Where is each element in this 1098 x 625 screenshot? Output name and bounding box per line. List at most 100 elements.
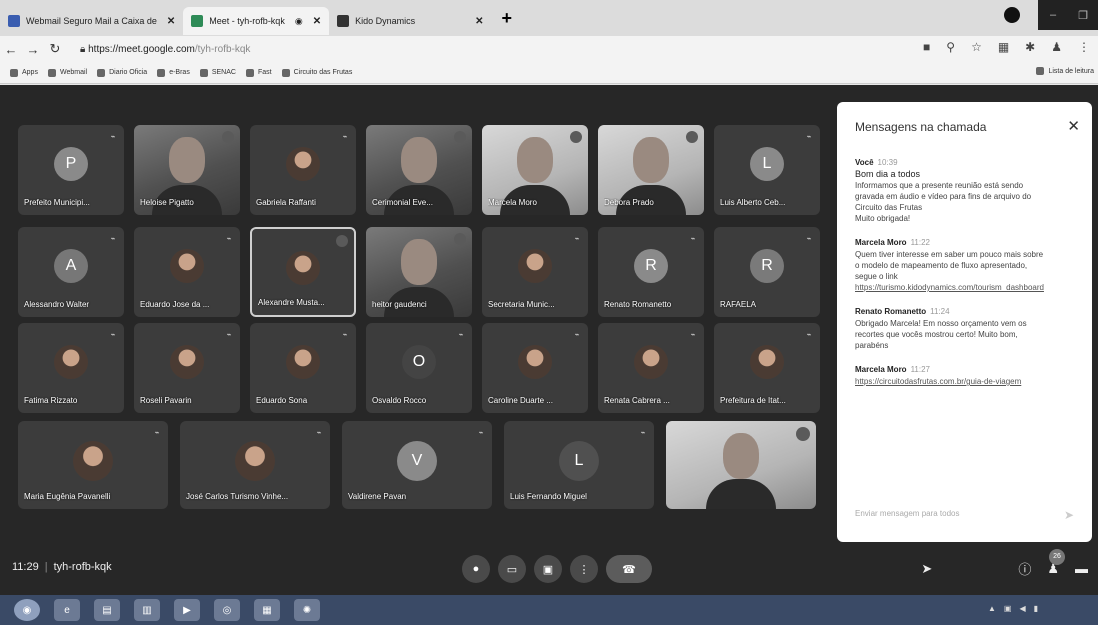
volume-icon[interactable]: ◀ <box>1019 604 1025 613</box>
star-icon[interactable]: ☆ <box>971 40 982 54</box>
close-tab-icon[interactable]: ✕ <box>475 16 483 27</box>
mic-off-icon: ⌁ <box>458 329 464 339</box>
chat-link[interactable]: https://circuitodasfrutas.com.br/guia-de… <box>855 376 1080 387</box>
close-tab-icon[interactable]: ✕ <box>313 16 321 27</box>
participant-tile[interactable] <box>666 421 816 509</box>
participant-photo-avatar <box>235 441 275 481</box>
participant-tile[interactable]: Heloise Pigatto <box>134 125 240 215</box>
tab-meet[interactable]: Meet - tyh-rofb-kqk ◉ ✕ <box>183 7 330 35</box>
record-indicator-icon <box>1004 7 1020 23</box>
participant-video-feed <box>723 433 759 479</box>
minimize-button[interactable]: – <box>1038 0 1068 30</box>
participant-tile[interactable]: Marcela Moro <box>482 125 588 215</box>
mic-off-icon: ⌁ <box>640 427 646 437</box>
chat-text-line: parabéns <box>855 341 889 350</box>
forward-icon[interactable]: → <box>22 42 44 57</box>
participant-video-feed <box>169 137 205 183</box>
participant-tile[interactable]: R ⌁ Renato Romanetto <box>598 227 704 317</box>
participant-tile[interactable]: L ⌁ Luis Alberto Ceb... <box>714 125 820 215</box>
participant-tile[interactable]: ⌁ Caroline Duarte ... <box>482 323 588 413</box>
media-player-icon[interactable]: ▶ <box>174 599 200 621</box>
participant-tile[interactable]: R ⌁ RAFAELA <box>714 227 820 317</box>
participant-tile[interactable]: ⌁ Secretaria Munic... <box>482 227 588 317</box>
battery-icon[interactable]: ▮ <box>1034 604 1038 613</box>
folder-icon[interactable]: ▤ <box>94 599 120 621</box>
chat-message-header: Marcela Moro 11:27 <box>855 365 1080 374</box>
chat-timestamp: 11:27 <box>910 365 931 374</box>
participant-tile[interactable]: V ⌁ Valdirene Pavan <box>342 421 492 509</box>
participant-tile[interactable]: ⌁ Renata Cabrera ... <box>598 323 704 413</box>
reading-list-button[interactable]: Lista de leitura <box>1036 67 1094 75</box>
chrome-icon[interactable]: ◎ <box>214 599 240 621</box>
speaker-icon[interactable]: ◉ <box>295 16 303 27</box>
chat-title: Mensagens na chamada <box>855 120 987 134</box>
tab-webmail[interactable]: Webmail Seguro Mail a Caixa de ✕ <box>0 7 183 35</box>
participant-tile[interactable]: ⌁ Fatima Rizzato <box>18 323 124 413</box>
participant-tile[interactable]: O ⌁ Osvaldo Rocco <box>366 323 472 413</box>
zoom-icon[interactable]: ⚲ <box>946 40 955 54</box>
chat-input[interactable]: Enviar mensagem para todos <box>855 509 1075 518</box>
bookmark-icon <box>47 68 56 77</box>
leave-call-button[interactable]: ☎ <box>606 555 652 583</box>
maximize-button[interactable]: ❐ <box>1068 0 1098 30</box>
participant-video-body <box>706 479 776 509</box>
participant-tile[interactable]: ⌁ Gabriela Raffanti <box>250 125 356 215</box>
participant-tile[interactable]: Alexandre Musta... <box>250 227 356 317</box>
participant-name: Marcela Moro <box>488 198 537 207</box>
bookmark-webmail[interactable]: Webmail <box>47 68 87 77</box>
participant-tile[interactable]: ⌁ Eduardo Jose da ... <box>134 227 240 317</box>
camera-button[interactable]: ▭ <box>498 555 526 583</box>
more-options-button[interactable]: ⋮ <box>570 555 598 583</box>
reload-icon[interactable]: ↻ <box>44 41 66 57</box>
microphone-button[interactable]: ● <box>462 555 490 583</box>
bookmark-fast[interactable]: Fast <box>245 68 272 77</box>
back-icon[interactable]: ← <box>0 42 22 57</box>
tab-kido[interactable]: Kido Dynamics ✕ <box>329 7 491 35</box>
file-explorer-icon[interactable]: ▥ <box>134 599 160 621</box>
bookmark-ebras[interactable]: e-Bras <box>157 68 190 77</box>
new-tab-button[interactable]: + <box>502 8 513 29</box>
puzzle-icon[interactable]: ✱ <box>1025 40 1035 54</box>
participant-tile[interactable]: ⌁ Prefeitura de Itat... <box>714 323 820 413</box>
participant-tile[interactable]: ⌁ José Carlos Turismo Vinhe... <box>180 421 330 509</box>
bookmark-circuito[interactable]: Circuito das Frutas <box>281 68 352 77</box>
participant-tile[interactable]: P ⌁ Prefeito Municipi... <box>18 125 124 215</box>
info-button[interactable]: ⓘ <box>1018 559 1031 578</box>
internet-explorer-icon[interactable]: e <box>54 599 80 621</box>
network-icon[interactable]: ▣ <box>1004 604 1012 613</box>
start-menu-icon[interactable]: ◉ <box>14 599 40 621</box>
chat-button[interactable]: ▬ <box>1075 561 1088 576</box>
participant-tile[interactable]: Cerimonial Eve... <box>366 125 472 215</box>
browser-tab-bar: Webmail Seguro Mail a Caixa de ✕ Meet - … <box>0 0 1098 36</box>
tab-label: Kido Dynamics <box>355 16 416 26</box>
participant-tile[interactable]: ⌁ Roseli Pavarin <box>134 323 240 413</box>
send-icon[interactable]: ➤ <box>1064 508 1074 522</box>
participant-tile[interactable]: ⌁ Eduardo Sona <box>250 323 356 413</box>
chat-text-line: o modelo de mapeamento de fluxo apresent… <box>855 261 1028 270</box>
people-button[interactable]: ♟ 26 <box>1047 548 1065 577</box>
chat-message-header: Marcela Moro 11:22 <box>855 238 1080 247</box>
participant-tile[interactable]: L ⌁ Luis Fernando Miguel <box>504 421 654 509</box>
participant-tile[interactable]: Debora Prado <box>598 125 704 215</box>
document-icon[interactable]: ▦ <box>254 599 280 621</box>
participant-initial-avatar: R <box>634 249 668 283</box>
participant-name: Luis Fernando Miguel <box>510 492 587 501</box>
url-field[interactable]: 🔒︎ https://meet.google.com/tyh-rofb-kqk <box>80 44 250 55</box>
tray-arrow-icon[interactable]: ▲ <box>988 604 996 613</box>
bookmark-diario[interactable]: Diario Oficia <box>97 68 147 77</box>
app-icon[interactable]: ✺ <box>294 599 320 621</box>
chat-message-header: Você 10:39 <box>855 158 1080 167</box>
present-button[interactable]: ▣ <box>534 555 562 583</box>
participant-tile[interactable]: A ⌁ Alessandro Walter <box>18 227 124 317</box>
participant-tile[interactable]: heitor gaudenci <box>366 227 472 317</box>
bookmark-senac[interactable]: SENAC <box>199 68 236 77</box>
menu-icon[interactable]: ⋮ <box>1078 40 1090 54</box>
profile-icon[interactable]: ♟ <box>1051 40 1062 54</box>
chat-link[interactable]: https://turismo.kidodynamics.com/tourism… <box>855 282 1080 293</box>
bookmark-apps[interactable]: Apps <box>10 68 38 77</box>
participant-tile[interactable]: ⌁ Maria Eugênia Pavanelli <box>18 421 168 509</box>
extension-icon[interactable]: ▦ <box>998 40 1009 54</box>
close-tab-icon[interactable]: ✕ <box>167 16 175 27</box>
close-icon[interactable]: ✕ <box>1067 117 1080 135</box>
camera-icon[interactable]: ■ <box>923 40 930 54</box>
